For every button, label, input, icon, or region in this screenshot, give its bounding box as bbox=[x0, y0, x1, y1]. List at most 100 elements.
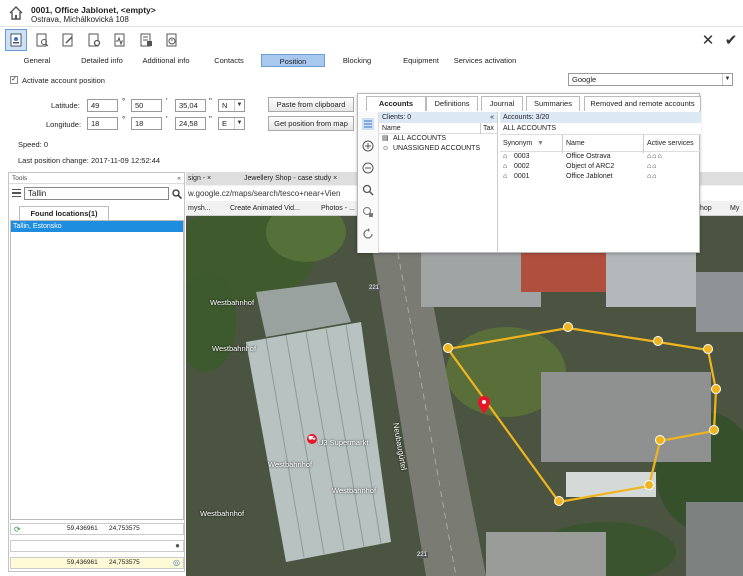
popup-tab-summaries[interactable]: Summaries bbox=[526, 96, 580, 111]
column-header-active-services[interactable]: Active services bbox=[643, 135, 694, 153]
tab-additional-info[interactable]: Additional info bbox=[137, 54, 195, 67]
found-locations-list: Tallin, Estonsko bbox=[10, 220, 184, 520]
list-view-icon[interactable] bbox=[362, 118, 374, 130]
bookmark-item[interactable]: mysh... bbox=[188, 202, 211, 215]
latitude-hemisphere-select[interactable]: N ▼ bbox=[218, 99, 245, 112]
latitude-minutes-field[interactable]: 50 bbox=[131, 99, 162, 112]
popup-tab-accounts[interactable]: Accounts bbox=[366, 96, 426, 111]
location-search-input[interactable]: Tallin bbox=[24, 187, 169, 200]
polygon-vertex-marker[interactable] bbox=[563, 322, 573, 332]
longitude-hemisphere-select[interactable]: E ▼ bbox=[218, 117, 245, 130]
search-doc-icon[interactable] bbox=[31, 29, 53, 51]
client-row[interactable]: ▤ ALL ACCOUNTS bbox=[379, 134, 497, 144]
account-row[interactable]: ⌂ 0003 Office Ostrava ⌂⌂⌂ bbox=[500, 152, 701, 162]
history-doc-icon[interactable] bbox=[161, 29, 183, 51]
tab-blocking[interactable]: Blocking bbox=[333, 54, 381, 67]
column-header-tax[interactable]: Tax bbox=[480, 123, 494, 134]
activate-position-checkbox[interactable]: ✓ bbox=[10, 76, 18, 84]
settings-doc-icon[interactable] bbox=[83, 29, 105, 51]
browser-tab[interactable]: Jewellery Shop - case study × bbox=[244, 172, 337, 185]
popup-tab-journal[interactable]: Journal bbox=[481, 96, 523, 111]
degree-symbol: ° bbox=[122, 97, 126, 106]
location-search-row: Tallin bbox=[9, 186, 184, 202]
longitude-minutes-field[interactable]: 18 bbox=[131, 117, 162, 130]
position-pin-icon[interactable] bbox=[478, 396, 490, 414]
services-icon: ⌂⌂ bbox=[647, 173, 658, 180]
popup-tab-removed-accounts[interactable]: Removed and remote accounts bbox=[584, 96, 701, 111]
polygon-vertex-marker[interactable] bbox=[709, 425, 719, 435]
bookmark-item[interactable]: Create Animated Vid... bbox=[230, 202, 300, 215]
accounts-group-row: ALL ACCOUNTS bbox=[500, 123, 701, 134]
bookmark-item[interactable]: Photos - ... bbox=[321, 202, 355, 215]
collapse-icon[interactable]: « bbox=[490, 112, 494, 123]
clients-columns: Name Tax bbox=[379, 123, 497, 134]
tab-detailed-info[interactable]: Detailed info bbox=[73, 54, 131, 67]
longitude-degrees-field[interactable]: 18 bbox=[87, 117, 118, 130]
tab-general[interactable]: General bbox=[12, 54, 62, 67]
longitude-seconds-field[interactable]: 24,58 bbox=[175, 117, 206, 130]
chevron-down-icon: ▼ bbox=[722, 74, 732, 85]
column-header-synonym[interactable]: Synonym bbox=[503, 140, 532, 147]
found-locations-tab[interactable]: Found locations(1) bbox=[19, 206, 109, 220]
tab-services-activation[interactable]: Services activation bbox=[450, 54, 520, 67]
account-card-icon[interactable] bbox=[5, 29, 27, 51]
map-label: Westbahnhof bbox=[332, 486, 377, 495]
last-position-change-text: Last position change: 2017-11-09 12:52:4… bbox=[18, 156, 161, 165]
tab-position[interactable]: Position bbox=[261, 54, 325, 67]
filter-icon[interactable] bbox=[362, 206, 374, 218]
activate-position-row: ✓ Activate account position bbox=[10, 74, 105, 86]
sort-icon[interactable]: ▼ bbox=[537, 135, 544, 153]
latitude-seconds-field[interactable]: 35,04 bbox=[175, 99, 206, 112]
account-name: Object of ARC2 bbox=[566, 163, 615, 170]
browser-url: w.google.cz/maps/search/tesco+near+Vien bbox=[188, 189, 341, 198]
home-icon[interactable] bbox=[8, 5, 24, 21]
client-row[interactable]: ☺ UNASSIGNED ACCOUNTS bbox=[379, 144, 497, 154]
found-location-item[interactable]: Tallin, Estonsko bbox=[11, 221, 183, 232]
latitude-degrees-field[interactable]: 49 bbox=[87, 99, 118, 112]
polygon-vertex-marker[interactable] bbox=[554, 496, 564, 506]
search-icon[interactable] bbox=[362, 184, 374, 196]
menu-icon[interactable] bbox=[12, 189, 21, 197]
popup-tab-definitions[interactable]: Definitions bbox=[426, 96, 478, 111]
polygon-vertex-marker[interactable] bbox=[443, 343, 453, 353]
refresh-icon[interactable] bbox=[362, 228, 374, 240]
search-icon[interactable] bbox=[172, 189, 182, 199]
activate-position-label: Activate account position bbox=[22, 75, 105, 85]
edit-doc-icon[interactable] bbox=[57, 29, 79, 51]
longitude-label: Longitude: bbox=[46, 120, 82, 129]
column-header-name[interactable]: Name bbox=[382, 125, 401, 132]
remove-icon[interactable] bbox=[362, 162, 374, 174]
chevron-down-icon: ▼ bbox=[234, 100, 244, 111]
list-doc-icon[interactable] bbox=[135, 29, 157, 51]
clients-count: Clients: 0 bbox=[382, 114, 412, 121]
building-icon: ⌂ bbox=[503, 173, 508, 180]
coordinate-latitude: 59,436961 bbox=[67, 525, 98, 532]
polygon-vertex-marker[interactable] bbox=[711, 384, 721, 394]
map-provider-select[interactable]: Google ▼ bbox=[568, 73, 733, 86]
minute-symbol: ' bbox=[166, 97, 168, 106]
polygon-vertex-marker[interactable] bbox=[644, 480, 654, 490]
account-row[interactable]: ⌂ 0002 Object of ARC2 ⌂⌂ bbox=[500, 162, 701, 172]
location-pin-icon[interactable]: ● bbox=[175, 541, 180, 551]
polygon-vertex-marker[interactable] bbox=[703, 344, 713, 354]
collapse-icon[interactable]: « bbox=[177, 173, 181, 184]
locate-icon[interactable]: ◎ bbox=[173, 558, 180, 568]
tools-header: Tools « bbox=[9, 173, 184, 184]
signal-doc-icon[interactable] bbox=[109, 29, 131, 51]
degree-symbol: ° bbox=[122, 115, 126, 124]
bookmark-item[interactable]: My bbox=[730, 202, 739, 215]
account-row[interactable]: ⌂ 0001 Office Jablonet ⌂⌂ bbox=[500, 172, 701, 182]
bookmark-item[interactable]: hop bbox=[700, 202, 712, 215]
confirm-icon[interactable]: ✔ bbox=[723, 31, 739, 49]
tab-contacts[interactable]: Contacts bbox=[203, 54, 255, 67]
get-position-from-map-button[interactable]: Get position from map bbox=[268, 116, 354, 131]
add-icon[interactable] bbox=[362, 140, 374, 152]
refresh-icon[interactable]: ⟳ bbox=[14, 525, 21, 535]
paste-from-clipboard-button[interactable]: Paste from clipboard bbox=[268, 97, 354, 112]
polygon-vertex-marker[interactable] bbox=[653, 336, 663, 346]
tab-equipment[interactable]: Equipment bbox=[396, 54, 446, 67]
column-header-name[interactable]: Name bbox=[562, 135, 585, 153]
browser-tab[interactable]: sign - × bbox=[188, 172, 211, 185]
polygon-vertex-marker[interactable] bbox=[655, 435, 665, 445]
close-icon[interactable]: ✕ bbox=[700, 31, 716, 49]
